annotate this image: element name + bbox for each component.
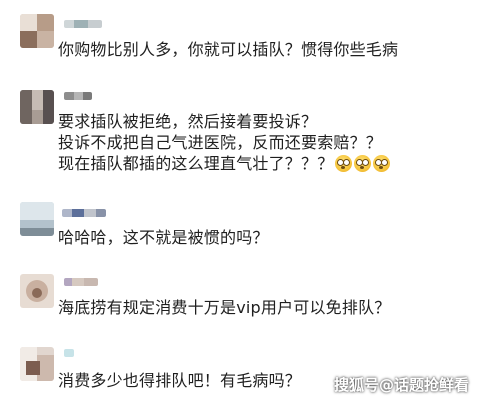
comment-item: 你购物比别人多，你就可以插队？惯得你些毛病: [0, 12, 492, 62]
astonished-face-icon: [373, 155, 391, 172]
username[interactable]: [64, 20, 102, 28]
username[interactable]: [62, 209, 106, 217]
avatar[interactable]: [20, 14, 54, 48]
comment-item: 哈哈哈，这不就是被惯的吗？: [0, 200, 492, 250]
avatar[interactable]: [20, 90, 54, 124]
comment-text: 现在插队都插的这么理直气壮了？？？: [58, 154, 391, 174]
astonished-face-icon: [335, 155, 353, 172]
username[interactable]: [64, 349, 74, 357]
comment-text: 你购物比别人多，你就可以插队？惯得你些毛病: [58, 40, 399, 59]
comment-text: 消费多少也得排队吧！有毛病吗？: [58, 371, 302, 390]
comment-text: 投诉不成把自己气进医院，反而还要索赔？？: [58, 133, 383, 152]
astonished-face-icon: [354, 155, 372, 172]
avatar[interactable]: [20, 274, 54, 308]
comment-item: 要求插队被拒绝，然后接着要投诉？ 投诉不成把自己气进医院，反而还要索赔？？ 现在…: [0, 88, 492, 178]
comment-text: 要求插队被拒绝，然后接着要投诉？: [58, 112, 318, 131]
comment-text: 哈哈哈，这不就是被惯的吗？: [58, 228, 269, 247]
avatar[interactable]: [20, 202, 54, 236]
comment-item: 海底捞有规定消费十万是vip用户可以免排队？: [0, 272, 492, 322]
username[interactable]: [64, 92, 92, 100]
comment-text-line: 现在插队都插的这么理直气壮了？？？: [58, 154, 334, 173]
comment-text: 海底捞有规定消费十万是vip用户可以免排队？: [58, 298, 391, 317]
avatar[interactable]: [20, 347, 54, 381]
username[interactable]: [64, 278, 98, 286]
watermark: 搜狐号@话题抢鲜看: [334, 376, 470, 394]
